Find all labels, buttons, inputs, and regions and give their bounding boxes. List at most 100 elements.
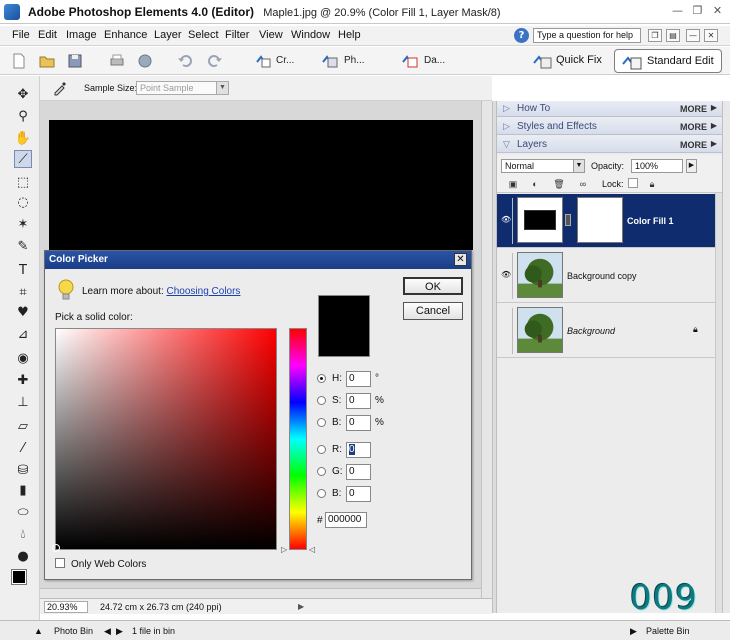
hand-tool-icon[interactable]: ✋ xyxy=(14,130,32,148)
maximize-button[interactable]: ❐ xyxy=(690,4,705,18)
photo-bin-toggle-icon[interactable]: ▲ xyxy=(34,626,43,636)
palette-bin-toggle-icon[interactable]: ▶ xyxy=(630,626,637,637)
move-tool-icon[interactable]: ✥ xyxy=(14,86,32,104)
minimize-button[interactable]: — xyxy=(670,4,685,18)
new-layer-icon[interactable]: ▣ xyxy=(507,178,519,190)
zoom-level-field[interactable]: 20.93% xyxy=(44,601,88,613)
photo-browser-label[interactable]: Ph... xyxy=(344,55,365,66)
palette-how-to[interactable]: ▷ How To MORE ▶ xyxy=(497,101,723,117)
visibility-toggle[interactable] xyxy=(499,308,513,354)
layer-mask-link-icon[interactable] xyxy=(565,214,571,226)
choosing-colors-link[interactable]: Choosing Colors xyxy=(167,286,241,297)
online-services-icon[interactable] xyxy=(136,52,154,70)
brightness-radio[interactable] xyxy=(317,418,326,427)
dialog-close-button[interactable]: ✕ xyxy=(454,253,467,266)
save-icon[interactable] xyxy=(66,52,84,70)
hue-radio[interactable] xyxy=(317,374,326,383)
menu-window[interactable]: Window xyxy=(291,29,330,41)
opacity-slider-arrow-icon[interactable]: ▶ xyxy=(686,159,697,173)
menu-layer[interactable]: Layer xyxy=(154,29,182,41)
delete-layer-icon[interactable]: 🗑︎ xyxy=(553,178,565,190)
layer-row-background-copy[interactable]: 👁︎ Background copy xyxy=(497,249,715,303)
visibility-toggle[interactable]: 👁︎ xyxy=(499,253,513,299)
photo-bin-label[interactable]: Photo Bin xyxy=(54,626,93,636)
straighten-tool-icon[interactable]: ⊿ xyxy=(14,326,32,344)
palette-bin-label[interactable]: Palette Bin xyxy=(646,626,690,636)
hue-slider[interactable] xyxy=(289,328,307,550)
menu-select[interactable]: Select xyxy=(188,29,219,41)
lasso-tool-icon[interactable]: ◌ xyxy=(14,194,32,212)
undo-icon[interactable] xyxy=(176,52,194,70)
crop-tool-icon[interactable]: ⌗ xyxy=(14,284,32,302)
lock-transparency-checkbox[interactable] xyxy=(628,178,638,188)
only-web-colors-checkbox[interactable]: Only Web Colors xyxy=(55,558,146,570)
green-input[interactable]: 0 xyxy=(346,464,371,480)
ok-button[interactable]: OK xyxy=(403,277,463,295)
visibility-toggle[interactable]: 👁︎ xyxy=(499,198,513,244)
brush-tool-icon[interactable]: ⁄ xyxy=(14,440,32,458)
date-view-label[interactable]: Da... xyxy=(424,55,445,66)
print-icon[interactable] xyxy=(108,52,126,70)
eyedropper-option-icon[interactable] xyxy=(52,80,68,96)
palette-styles-and-effects[interactable]: ▷ Styles and Effects MORE ▶ xyxy=(497,119,723,135)
sponge-tool-icon[interactable]: ● xyxy=(14,548,32,566)
layer-row-background[interactable]: Background 🔒︎ xyxy=(497,304,715,358)
magic-wand-tool-icon[interactable]: ✶ xyxy=(14,216,32,234)
tile-icon[interactable]: ▤ xyxy=(666,29,680,42)
bin-next-icon[interactable]: ▶ xyxy=(116,626,123,637)
red-input[interactable]: 0 xyxy=(346,442,371,458)
color-field-marker[interactable] xyxy=(52,544,60,552)
cascade-icon[interactable]: ❐ xyxy=(648,29,662,42)
red-eye-tool-icon[interactable]: ◉ xyxy=(14,350,32,368)
create-label[interactable]: Cr... xyxy=(276,55,294,66)
brightness-input[interactable]: 0 xyxy=(346,415,371,431)
layer-mask-thumbnail[interactable] xyxy=(577,197,623,243)
status-menu-arrow-icon[interactable]: ▶ xyxy=(298,602,304,611)
selection-brush-tool-icon[interactable]: ✎ xyxy=(14,238,32,256)
hex-input[interactable]: 000000 xyxy=(325,512,367,528)
palette-scrollbar[interactable] xyxy=(722,101,730,613)
menu-help[interactable]: Help xyxy=(338,29,361,41)
paint-bucket-tool-icon[interactable]: ⛁ xyxy=(14,462,32,480)
help-search-input[interactable]: Type a question for help xyxy=(533,28,641,43)
blue-radio[interactable] xyxy=(317,489,326,498)
opacity-input[interactable]: 100% xyxy=(631,159,683,173)
create-icon[interactable] xyxy=(254,52,272,70)
standard-edit-button[interactable]: Standard Edit xyxy=(614,49,722,73)
hue-slider-left-arrow-icon[interactable]: ▷ xyxy=(281,545,287,554)
saturation-brightness-field[interactable] xyxy=(52,328,277,552)
menu-enhance[interactable]: Enhance xyxy=(104,29,147,41)
menu-view[interactable]: View xyxy=(259,29,283,41)
blue-input[interactable]: 0 xyxy=(346,486,371,502)
horizontal-scrollbar[interactable] xyxy=(40,588,481,598)
help-icon[interactable]: ? xyxy=(514,28,529,43)
adjustment-layer-icon[interactable]: ◐ xyxy=(529,178,541,190)
open-folder-icon[interactable] xyxy=(38,52,56,70)
green-radio[interactable] xyxy=(317,467,326,476)
zoom-tool-icon[interactable]: ⚲ xyxy=(14,108,32,126)
gradient-tool-icon[interactable]: ▮ xyxy=(14,482,32,500)
link-layers-icon[interactable]: ∞ xyxy=(577,178,589,190)
eraser-tool-icon[interactable]: ▱ xyxy=(14,418,32,436)
palette-layers[interactable]: ▽ Layers MORE ▶ xyxy=(497,137,723,153)
red-radio[interactable] xyxy=(317,445,326,454)
marquee-tool-icon[interactable]: ⬚ xyxy=(14,174,32,192)
doc-minimize-icon[interactable]: — xyxy=(686,29,700,42)
cancel-button[interactable]: Cancel xyxy=(403,302,463,320)
healing-brush-tool-icon[interactable]: ✚ xyxy=(14,372,32,390)
quick-fix-button[interactable]: Quick Fix xyxy=(528,50,608,72)
menu-edit[interactable]: Edit xyxy=(38,29,57,41)
saturation-input[interactable]: 0 xyxy=(346,393,371,409)
close-window-button[interactable]: ✕ xyxy=(710,4,725,18)
shape-tool-icon[interactable]: ⬭ xyxy=(14,504,32,522)
menu-filter[interactable]: Filter xyxy=(225,29,249,41)
blur-tool-icon[interactable]: 💧︎ xyxy=(14,526,32,544)
date-view-icon[interactable] xyxy=(400,52,418,70)
vertical-scrollbar[interactable] xyxy=(481,101,492,598)
menu-file[interactable]: File xyxy=(12,29,30,41)
bin-prev-icon[interactable]: ◀ xyxy=(104,626,111,637)
blend-mode-select[interactable]: Normal ▼ xyxy=(501,159,585,173)
eyedropper-tool-icon[interactable]: ⟋ xyxy=(14,150,32,168)
cookie-cutter-tool-icon[interactable]: ♥ xyxy=(14,304,32,322)
redo-icon[interactable] xyxy=(206,52,224,70)
